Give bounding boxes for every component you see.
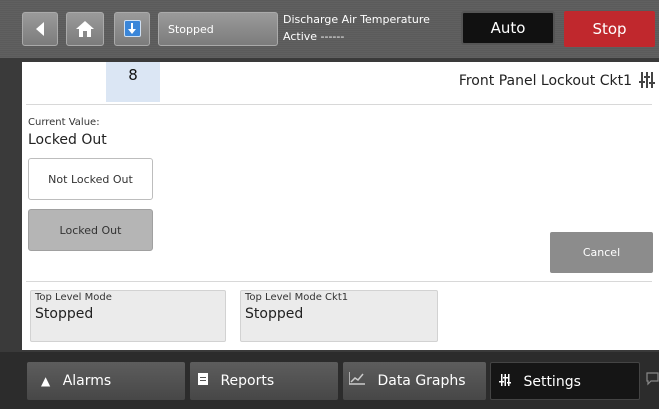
card-value: Stopped xyxy=(245,306,304,322)
nav-label: Data Graphs xyxy=(377,373,466,389)
settings-sliders-icon xyxy=(499,363,511,401)
option-locked-out[interactable]: Locked Out xyxy=(28,209,153,251)
download-button[interactable] xyxy=(114,12,150,46)
current-value-label: Current Value: xyxy=(28,117,100,128)
nav-settings[interactable]: Settings xyxy=(490,362,640,400)
chat-icon[interactable] xyxy=(646,372,659,388)
card-value: Stopped xyxy=(35,306,94,322)
divider xyxy=(26,104,652,105)
back-button[interactable] xyxy=(22,12,58,46)
stop-button[interactable]: Stop xyxy=(564,11,655,47)
status-label: Stopped xyxy=(168,23,214,36)
status-button[interactable]: Stopped xyxy=(158,12,278,46)
status-card-top-level-mode: Top Level Mode Stopped xyxy=(30,290,226,342)
auto-button[interactable]: Auto xyxy=(461,11,555,45)
chart-icon xyxy=(348,362,365,400)
card-label: Top Level Mode xyxy=(35,292,112,303)
divider xyxy=(26,281,652,282)
bottom-nav: ▲ Alarms Reports Data Graphs Settings xyxy=(0,352,659,409)
card-label: Top Level Mode Ckt1 xyxy=(245,292,349,303)
back-arrow-icon xyxy=(36,22,44,36)
current-value: Locked Out xyxy=(28,132,107,148)
nav-alarms[interactable]: ▲ Alarms xyxy=(27,362,185,400)
bell-icon: ▲ xyxy=(41,374,51,388)
setting-panel: 8 Front Panel Lockout Ckt1 Current Value… xyxy=(22,62,659,350)
discharge-air-temperature: Discharge Air Temperature Active ------ xyxy=(283,11,430,45)
nav-label: Alarms xyxy=(62,373,112,389)
settings-sliders-icon xyxy=(639,72,655,88)
discharge-title: Discharge Air Temperature xyxy=(283,13,430,26)
download-arrow-icon xyxy=(128,23,136,34)
page-title: Front Panel Lockout Ckt1 xyxy=(458,73,632,89)
document-icon xyxy=(198,362,208,400)
tab-number[interactable]: 8 xyxy=(106,62,160,102)
nav-data-graphs[interactable]: Data Graphs xyxy=(343,362,486,400)
option-not-locked-out[interactable]: Not Locked Out xyxy=(28,158,153,200)
discharge-value: Active ------ xyxy=(283,30,345,43)
home-icon xyxy=(76,21,94,37)
nav-reports[interactable]: Reports xyxy=(190,362,338,400)
top-toolbar: Stopped Discharge Air Temperature Active… xyxy=(0,0,659,58)
nav-label: Reports xyxy=(220,373,275,389)
nav-label: Settings xyxy=(523,374,581,390)
cancel-button[interactable]: Cancel xyxy=(550,232,653,273)
home-button[interactable] xyxy=(66,12,104,46)
status-card-top-level-mode-ckt1: Top Level Mode Ckt1 Stopped xyxy=(240,290,438,342)
